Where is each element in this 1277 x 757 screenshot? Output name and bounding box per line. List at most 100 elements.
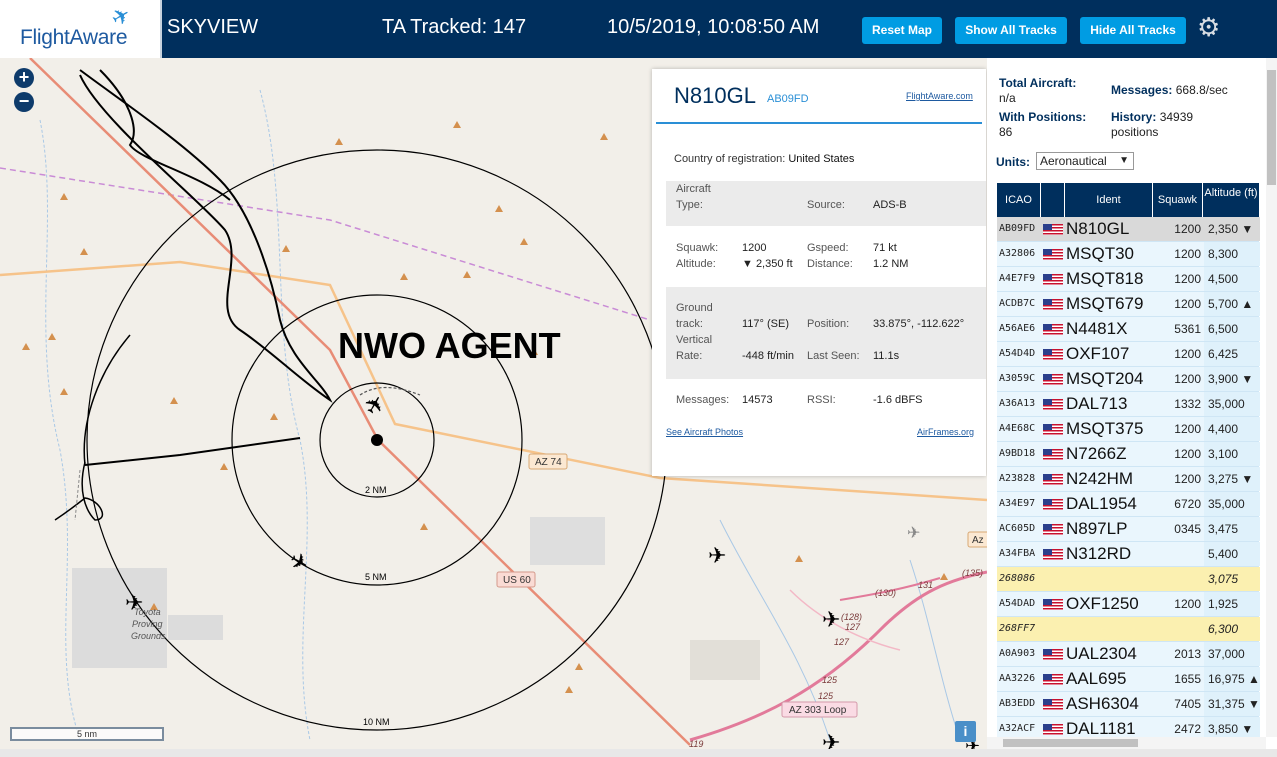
logo-text: FlightAware	[20, 26, 128, 49]
row-ident: N897LP	[1066, 519, 1128, 538]
svg-text:125: 125	[818, 691, 834, 701]
table-row[interactable]: ACDB7C MSQT679 1200 5,700 ▲	[997, 292, 1260, 317]
table-row[interactable]: AA3226 AAL695 1655 16,975 ▲	[997, 667, 1260, 692]
svg-text:Az: Az	[972, 535, 984, 546]
table-row[interactable]: A4E7F9 MSQT818 1200 4,500	[997, 267, 1260, 292]
row-squawk: 7405	[1174, 697, 1201, 711]
us-flag-icon	[1043, 424, 1063, 435]
units-label: Units:	[996, 155, 1030, 169]
ta-tracked-count: TA Tracked: 147	[382, 16, 527, 38]
col-squawk[interactable]: Squawk	[1153, 183, 1203, 217]
row-icao: A56AE6	[999, 323, 1036, 334]
country-of-registration: Country of registration: United States	[674, 153, 855, 165]
table-row[interactable]: A32806 MSQT30 1200 8,300	[997, 242, 1260, 267]
row-icao: A3059C	[999, 373, 1036, 384]
row-squawk: 1655	[1174, 672, 1201, 686]
table-row[interactable]: A34E97 DAL1954 6720 35,000	[997, 492, 1260, 517]
aircraft-selected-icon[interactable]: ✈	[359, 390, 392, 421]
airframes-link[interactable]: AirFrames.org	[917, 427, 974, 437]
road-shield-az74: AZ 74	[528, 453, 568, 470]
zoom-out-button[interactable]: −	[14, 92, 34, 112]
table-row[interactable]: AB3EDD ASH6304 7405 31,375 ▼	[997, 692, 1260, 717]
row-icao: A54D4D	[999, 348, 1036, 359]
table-row[interactable]: A56AE6 N4481X 5361 6,500	[997, 317, 1260, 342]
svg-text:(128): (128)	[841, 612, 862, 622]
row-altitude: 5,400	[1204, 542, 1260, 566]
row-altitude: 37,000	[1204, 642, 1260, 666]
col-flag[interactable]	[1041, 183, 1065, 217]
show-all-tracks-button[interactable]: Show All Tracks	[955, 17, 1067, 44]
row-squawk: 1200	[1174, 247, 1201, 261]
table-row[interactable]: 268FF7 6,300	[997, 617, 1260, 642]
col-ident[interactable]: Ident	[1065, 183, 1153, 217]
table-row[interactable]: A54DAD OXF1250 1200 1,925	[997, 592, 1260, 617]
row-squawk: 6720	[1174, 497, 1201, 511]
table-row[interactable]: A34FBA N312RD 5,400	[997, 542, 1260, 567]
row-squawk: 1200	[1174, 447, 1201, 461]
col-altitude[interactable]: Altitude (ft)	[1203, 183, 1259, 217]
us-flag-icon	[1043, 399, 1063, 410]
row-squawk: 1332	[1174, 397, 1201, 411]
settings-gear-icon[interactable]: ⚙	[1197, 12, 1220, 43]
aircraft-photos-link[interactable]: See Aircraft Photos	[666, 427, 743, 437]
col-icao[interactable]: ICAO	[997, 183, 1041, 217]
row-ident: N242HM	[1066, 469, 1134, 488]
svg-text:US 60: US 60	[503, 575, 531, 586]
aircraft-icon[interactable]: ✈	[708, 543, 726, 568]
table-row[interactable]: A36A13 DAL713 1332 35,000	[997, 392, 1260, 417]
table-row[interactable]: AB09FD N810GL 1200 2,350 ▼	[997, 217, 1260, 242]
overlay-text: NWO AGENT	[338, 325, 561, 366]
row-icao: A54DAD	[999, 598, 1036, 609]
row-altitude: 2,350 ▼	[1204, 217, 1260, 241]
svg-text:119: 119	[689, 739, 703, 749]
aircraft-icon[interactable]: ✈	[907, 525, 920, 542]
svg-text:Proving: Proving	[132, 619, 163, 629]
table-row[interactable]: A4E68C MSQT375 1200 4,400	[997, 417, 1260, 442]
flightaware-logo[interactable]: FlightAware ✈	[0, 0, 162, 58]
zoom-in-button[interactable]: +	[14, 68, 34, 88]
hide-all-tracks-button[interactable]: Hide All Tracks	[1080, 17, 1186, 44]
chevron-down-icon: ▼	[1119, 155, 1129, 166]
row-ident: N4481X	[1066, 319, 1128, 338]
table-row[interactable]: A0A903 UAL2304 2013 37,000	[997, 642, 1260, 667]
row-icao: A34FBA	[999, 548, 1036, 559]
flight-track	[99, 69, 231, 201]
row-altitude: 8,300	[1204, 242, 1260, 266]
total-aircraft-label: Total Aircraft:	[999, 76, 1077, 90]
flightaware-link[interactable]: FlightAware.com	[906, 91, 973, 101]
history-count: History: 34939	[1111, 110, 1194, 124]
horizontal-scroll-thumb[interactable]	[1003, 739, 1138, 747]
row-altitude: 3,100	[1204, 442, 1260, 466]
table-row[interactable]: A54D4D OXF107 1200 6,425	[997, 342, 1260, 367]
vertical-scroll-thumb[interactable]	[1267, 70, 1276, 185]
map-info-button[interactable]: i	[955, 721, 976, 742]
row-ident: ASH6304	[1066, 694, 1139, 713]
svg-text:(135): (135)	[962, 568, 983, 578]
row-ident: MSQT375	[1066, 419, 1144, 438]
flight-track	[83, 334, 131, 466]
road-shield-az303: AZ 303 Loop	[781, 701, 858, 718]
us-flag-icon	[1043, 274, 1063, 285]
row-squawk: 5361	[1174, 322, 1201, 336]
reset-map-button[interactable]: Reset Map	[862, 17, 942, 44]
aircraft-type-block: Aircraft Type: Source: ADS-B	[666, 181, 986, 226]
row-altitude: 3,900 ▼	[1204, 367, 1260, 391]
row-altitude: 31,375 ▼	[1204, 692, 1260, 716]
row-icao: ACDB7C	[999, 298, 1036, 309]
table-row[interactable]: A9BD18 N7266Z 1200 3,100	[997, 442, 1260, 467]
units-dropdown[interactable]: Aeronautical ▼	[1036, 152, 1134, 170]
road-shield-us60: US 60	[496, 571, 536, 588]
table-row[interactable]: A3059C MSQT204 1200 3,900 ▼	[997, 367, 1260, 392]
svg-text:Toyota: Toyota	[134, 607, 161, 617]
table-row[interactable]: A23828 N242HM 1200 3,275 ▼	[997, 467, 1260, 492]
messages-rssi-block: Messages: 14573 RSSI: -1.6 dBFS	[676, 394, 923, 406]
table-row[interactable]: AC605D N897LP 0345 3,475	[997, 517, 1260, 542]
row-squawk: 1200	[1174, 372, 1201, 386]
row-ident: OXF107	[1066, 344, 1130, 363]
row-altitude: 5,700 ▲	[1204, 292, 1260, 316]
row-squawk: 2013	[1174, 647, 1201, 661]
aircraft-icon[interactable]: ✈	[822, 607, 840, 632]
aircraft-icon[interactable]: ✈	[285, 547, 313, 578]
track-position-block: Ground track: 117° (SE) Position: 33.875…	[666, 287, 986, 379]
table-row[interactable]: 268086 3,075	[997, 567, 1260, 592]
